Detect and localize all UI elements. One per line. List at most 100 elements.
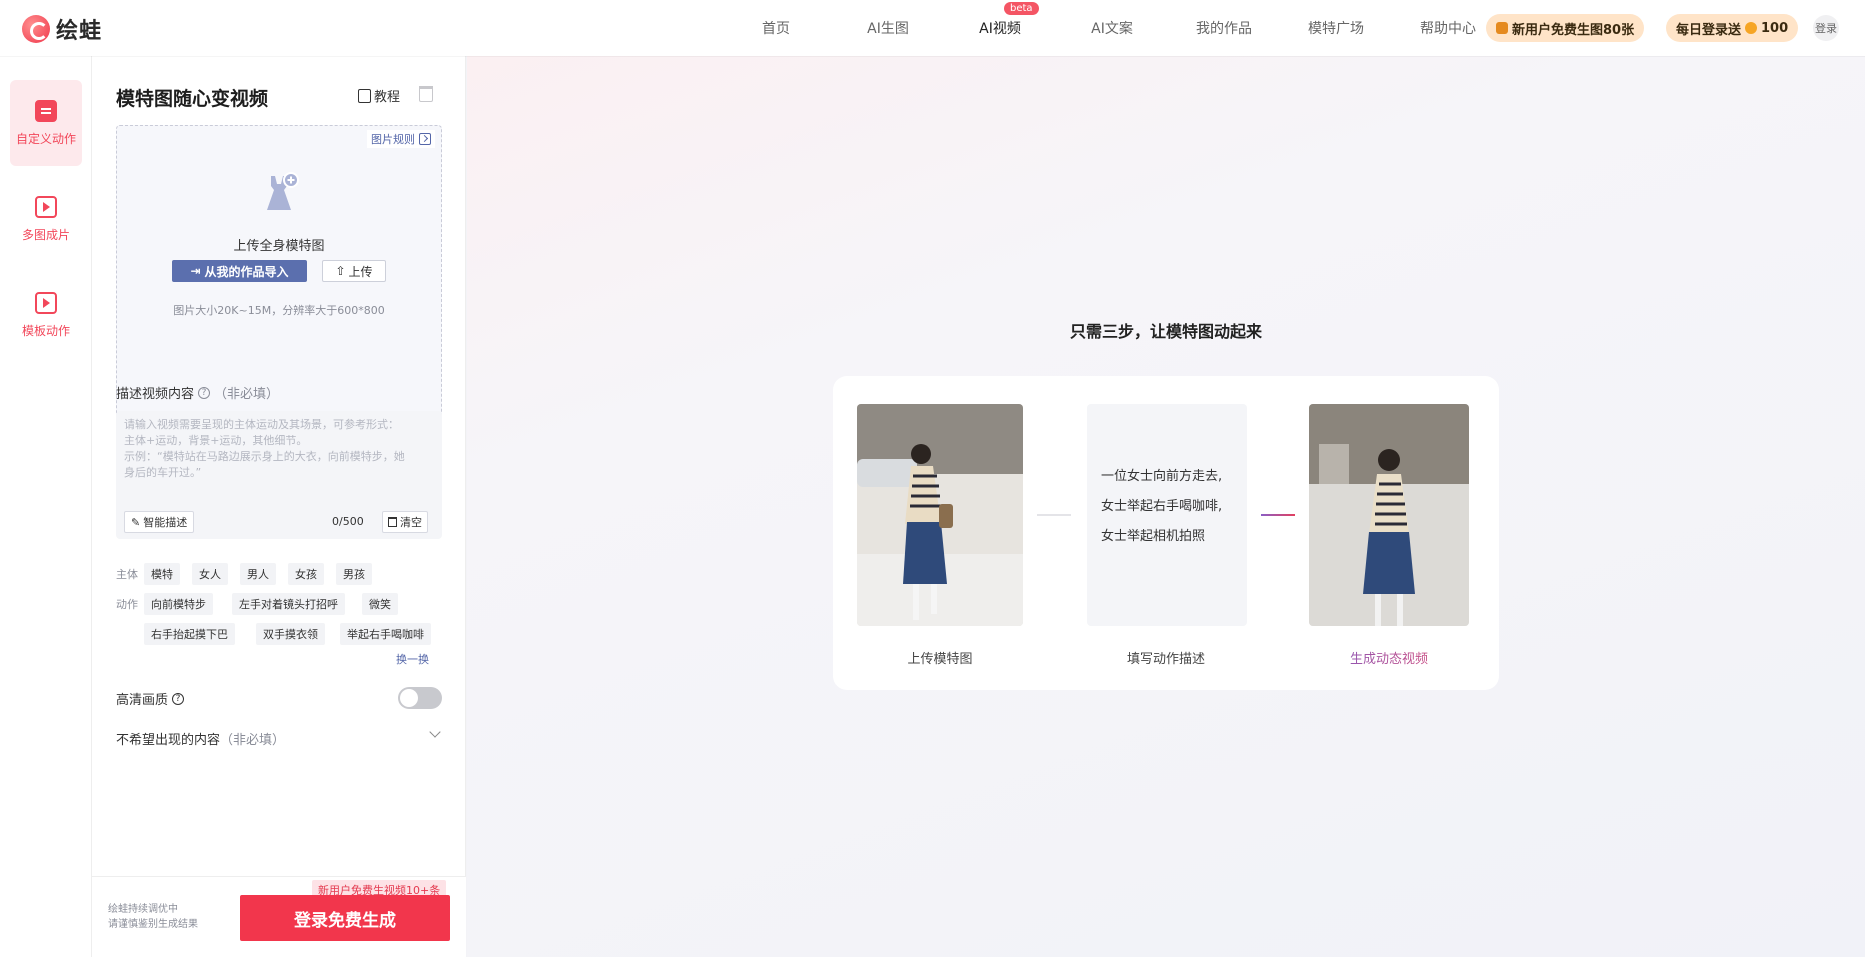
description-label: 描述视频内容 (116, 387, 195, 402)
help-icon[interactable]: ? (172, 692, 185, 705)
upload-hint: 图片大小20K~15M，分辨率大于600*800 (173, 304, 385, 317)
main-nav: 首页 AI生图 AI视频 beta AI文案 我的作品 模特广场 帮助中心 (720, 0, 1504, 56)
daily-login-pill[interactable]: 每日登录送 100 (1666, 14, 1799, 42)
gift-icon (1496, 22, 1508, 34)
nav-item-my-works[interactable]: 我的作品 (1168, 18, 1280, 38)
negative-prompt-row[interactable]: 不希望出现的内容（非必填） (116, 729, 285, 748)
login-generate-button[interactable]: 登录免费生成 (240, 895, 450, 941)
showcase-title: 只需三步，让模特图动起来 (1069, 322, 1262, 341)
swap-tags-link[interactable]: 换一换 (396, 651, 429, 667)
subject-tag[interactable]: 女人 (192, 563, 228, 585)
action-tag[interactable]: 左手对着镜头打招呼 (232, 593, 345, 615)
generated-video-image (1309, 404, 1469, 626)
arrow-right-icon (419, 133, 431, 145)
daily-login-amount: 100 (1761, 20, 1789, 36)
top-bar: 绘蛙 首页 AI生图 AI视频 beta AI文案 我的作品 模特广场 帮助中心… (0, 0, 1865, 56)
action-label: 动作 (116, 598, 138, 611)
beta-badge: beta (1004, 2, 1039, 15)
nav-item-ai-video-label: AI视频 (979, 21, 1021, 37)
step-label-active: 生成动态视频 (1306, 648, 1472, 667)
nav-item-ai-copywriting[interactable]: AI文案 (1056, 18, 1168, 38)
subject-label: 主体 (116, 568, 138, 581)
nav-item-home[interactable]: 首页 (720, 18, 832, 38)
upload-label-text: 上传 (348, 264, 373, 279)
hd-quality-row: 高清画质 ? (116, 689, 185, 708)
action-tag[interactable]: 微笑 (362, 593, 398, 615)
char-counter: 0/500 (332, 515, 364, 528)
coin-icon (1745, 22, 1758, 34)
generated-video-preview (1309, 404, 1469, 626)
subject-tag[interactable]: 女孩 (288, 563, 324, 585)
example-description-box: 一位女士向前方走去, 女士举起右手喝咖啡, 女士举起相机拍照 (1087, 404, 1247, 626)
footer-note-line: 请谨慎鉴别生成结果 (108, 919, 198, 930)
brand-logo[interactable]: 绘蛙 (22, 13, 102, 45)
steps-card: 一位女士向前方走去, 女士举起右手喝咖啡, 女士举起相机拍照 上传模特图 填写动… (833, 376, 1499, 690)
new-user-promo-pill[interactable]: 新用户免费生图80张 (1486, 14, 1645, 42)
magic-wand-icon: ✎ (131, 515, 141, 529)
brand-name: 绘蛙 (56, 19, 103, 44)
template-icon (35, 291, 57, 314)
trash-icon[interactable] (419, 86, 433, 102)
multi-image-icon (35, 195, 57, 218)
tutorial-label: 教程 (374, 90, 401, 105)
tutorial-link[interactable]: 教程 (358, 86, 400, 105)
clapperboard-icon (35, 99, 57, 122)
smart-describe-button[interactable]: ✎ 智能描述 (124, 511, 195, 533)
rail-item-label: 模板动作 (21, 323, 70, 338)
description-textarea[interactable]: 请输入视频需要呈现的主体运动及其场景，可参考形式： 主体+运动，背景+运动，其他… (116, 411, 442, 539)
image-rules-link[interactable]: 图片规则 (367, 130, 435, 148)
logo-icon (22, 15, 50, 43)
dress-upload-icon (267, 172, 299, 210)
model-photo-input (857, 404, 1023, 626)
login-button[interactable]: 登录 (1813, 15, 1839, 41)
upload-dropzone[interactable]: 图片规则 上传全身模特图 ⇥ 从我的作品导入 ⇧ 上传 图片大小20K~15M，… (116, 125, 442, 417)
hd-quality-label: 高清画质 (116, 693, 169, 708)
optional-note: （非必填） (220, 733, 286, 748)
hd-quality-toggle[interactable] (398, 687, 442, 709)
book-icon (358, 88, 371, 103)
example-line: 女士举起相机拍照 (1101, 529, 1206, 544)
upload-label: 上传全身模特图 (233, 239, 325, 254)
subject-tag[interactable]: 模特 (144, 563, 180, 585)
smart-describe-label: 智能描述 (143, 516, 188, 529)
description-label-row: 描述视频内容 ? （非必填） (116, 383, 279, 402)
upload-button[interactable]: ⇧ 上传 (322, 260, 386, 282)
panel-title: 模特图随心变视频 (116, 88, 269, 110)
left-rail: 自定义动作 多图成片 模板动作 (0, 56, 92, 957)
clear-button[interactable]: 清空 (382, 511, 428, 533)
subject-tag[interactable]: 男人 (240, 563, 276, 585)
import-label: 从我的作品导入 (204, 264, 289, 279)
model-photo-image (857, 404, 1023, 626)
daily-login-text: 每日登录送 (1676, 22, 1742, 38)
upload-icon: ⇧ (335, 264, 346, 278)
placeholder-line: 身后的车开过。” (124, 466, 202, 479)
example-line: 女士举起右手喝咖啡, (1101, 499, 1223, 514)
step-connector (1037, 514, 1071, 516)
placeholder-line: 示例：“模特站在马路边展示身上的大衣，向前模特步，她 (124, 450, 405, 463)
help-icon[interactable]: ? (198, 386, 211, 399)
action-tag[interactable]: 右手抬起摸下巴 (144, 623, 235, 645)
trash-icon (388, 517, 397, 527)
action-tag[interactable]: 双手摸衣领 (256, 623, 325, 645)
settings-panel: 模特图随心变视频 教程 图片规则 上传全身模特图 ⇥ 从我的作品导入 ⇧ 上传 … (92, 56, 466, 957)
import-from-works-button[interactable]: ⇥ 从我的作品导入 (172, 260, 307, 282)
rail-item-label: 多图成片 (21, 227, 70, 242)
subject-tag[interactable]: 男孩 (336, 563, 372, 585)
placeholder-line: 请输入视频需要呈现的主体运动及其场景，可参考形式： (124, 418, 399, 431)
clear-label: 清空 (400, 516, 422, 529)
rail-item-custom-action[interactable]: 自定义动作 (10, 80, 82, 166)
new-user-promo-text: 新用户免费生图80张 (1512, 22, 1635, 38)
nav-item-ai-video[interactable]: AI视频 beta (944, 2, 1056, 38)
description-placeholder: 请输入视频需要呈现的主体运动及其场景，可参考形式： 主体+运动，背景+运动，其他… (124, 417, 434, 481)
nav-item-model-square[interactable]: 模特广场 (1280, 18, 1392, 38)
nav-item-ai-image[interactable]: AI生图 (832, 18, 944, 38)
footer-note: 绘蛙持续调优中 请谨慎鉴别生成结果 (108, 902, 198, 932)
rail-item-label: 自定义动作 (15, 131, 76, 146)
footer-note-line: 绘蛙持续调优中 (108, 904, 178, 915)
chevron-down-icon[interactable] (429, 726, 441, 738)
action-tag[interactable]: 举起右手喝咖啡 (340, 623, 431, 645)
rail-item-multi-image[interactable]: 多图成片 (10, 176, 82, 262)
rail-item-template-action[interactable]: 模板动作 (10, 272, 82, 358)
main-showcase: 只需三步，让模特图动起来 一位女士向前方走去, 女士举起右手喝咖啡, 女士举起相… (467, 56, 1865, 957)
action-tag[interactable]: 向前模特步 (144, 593, 213, 615)
